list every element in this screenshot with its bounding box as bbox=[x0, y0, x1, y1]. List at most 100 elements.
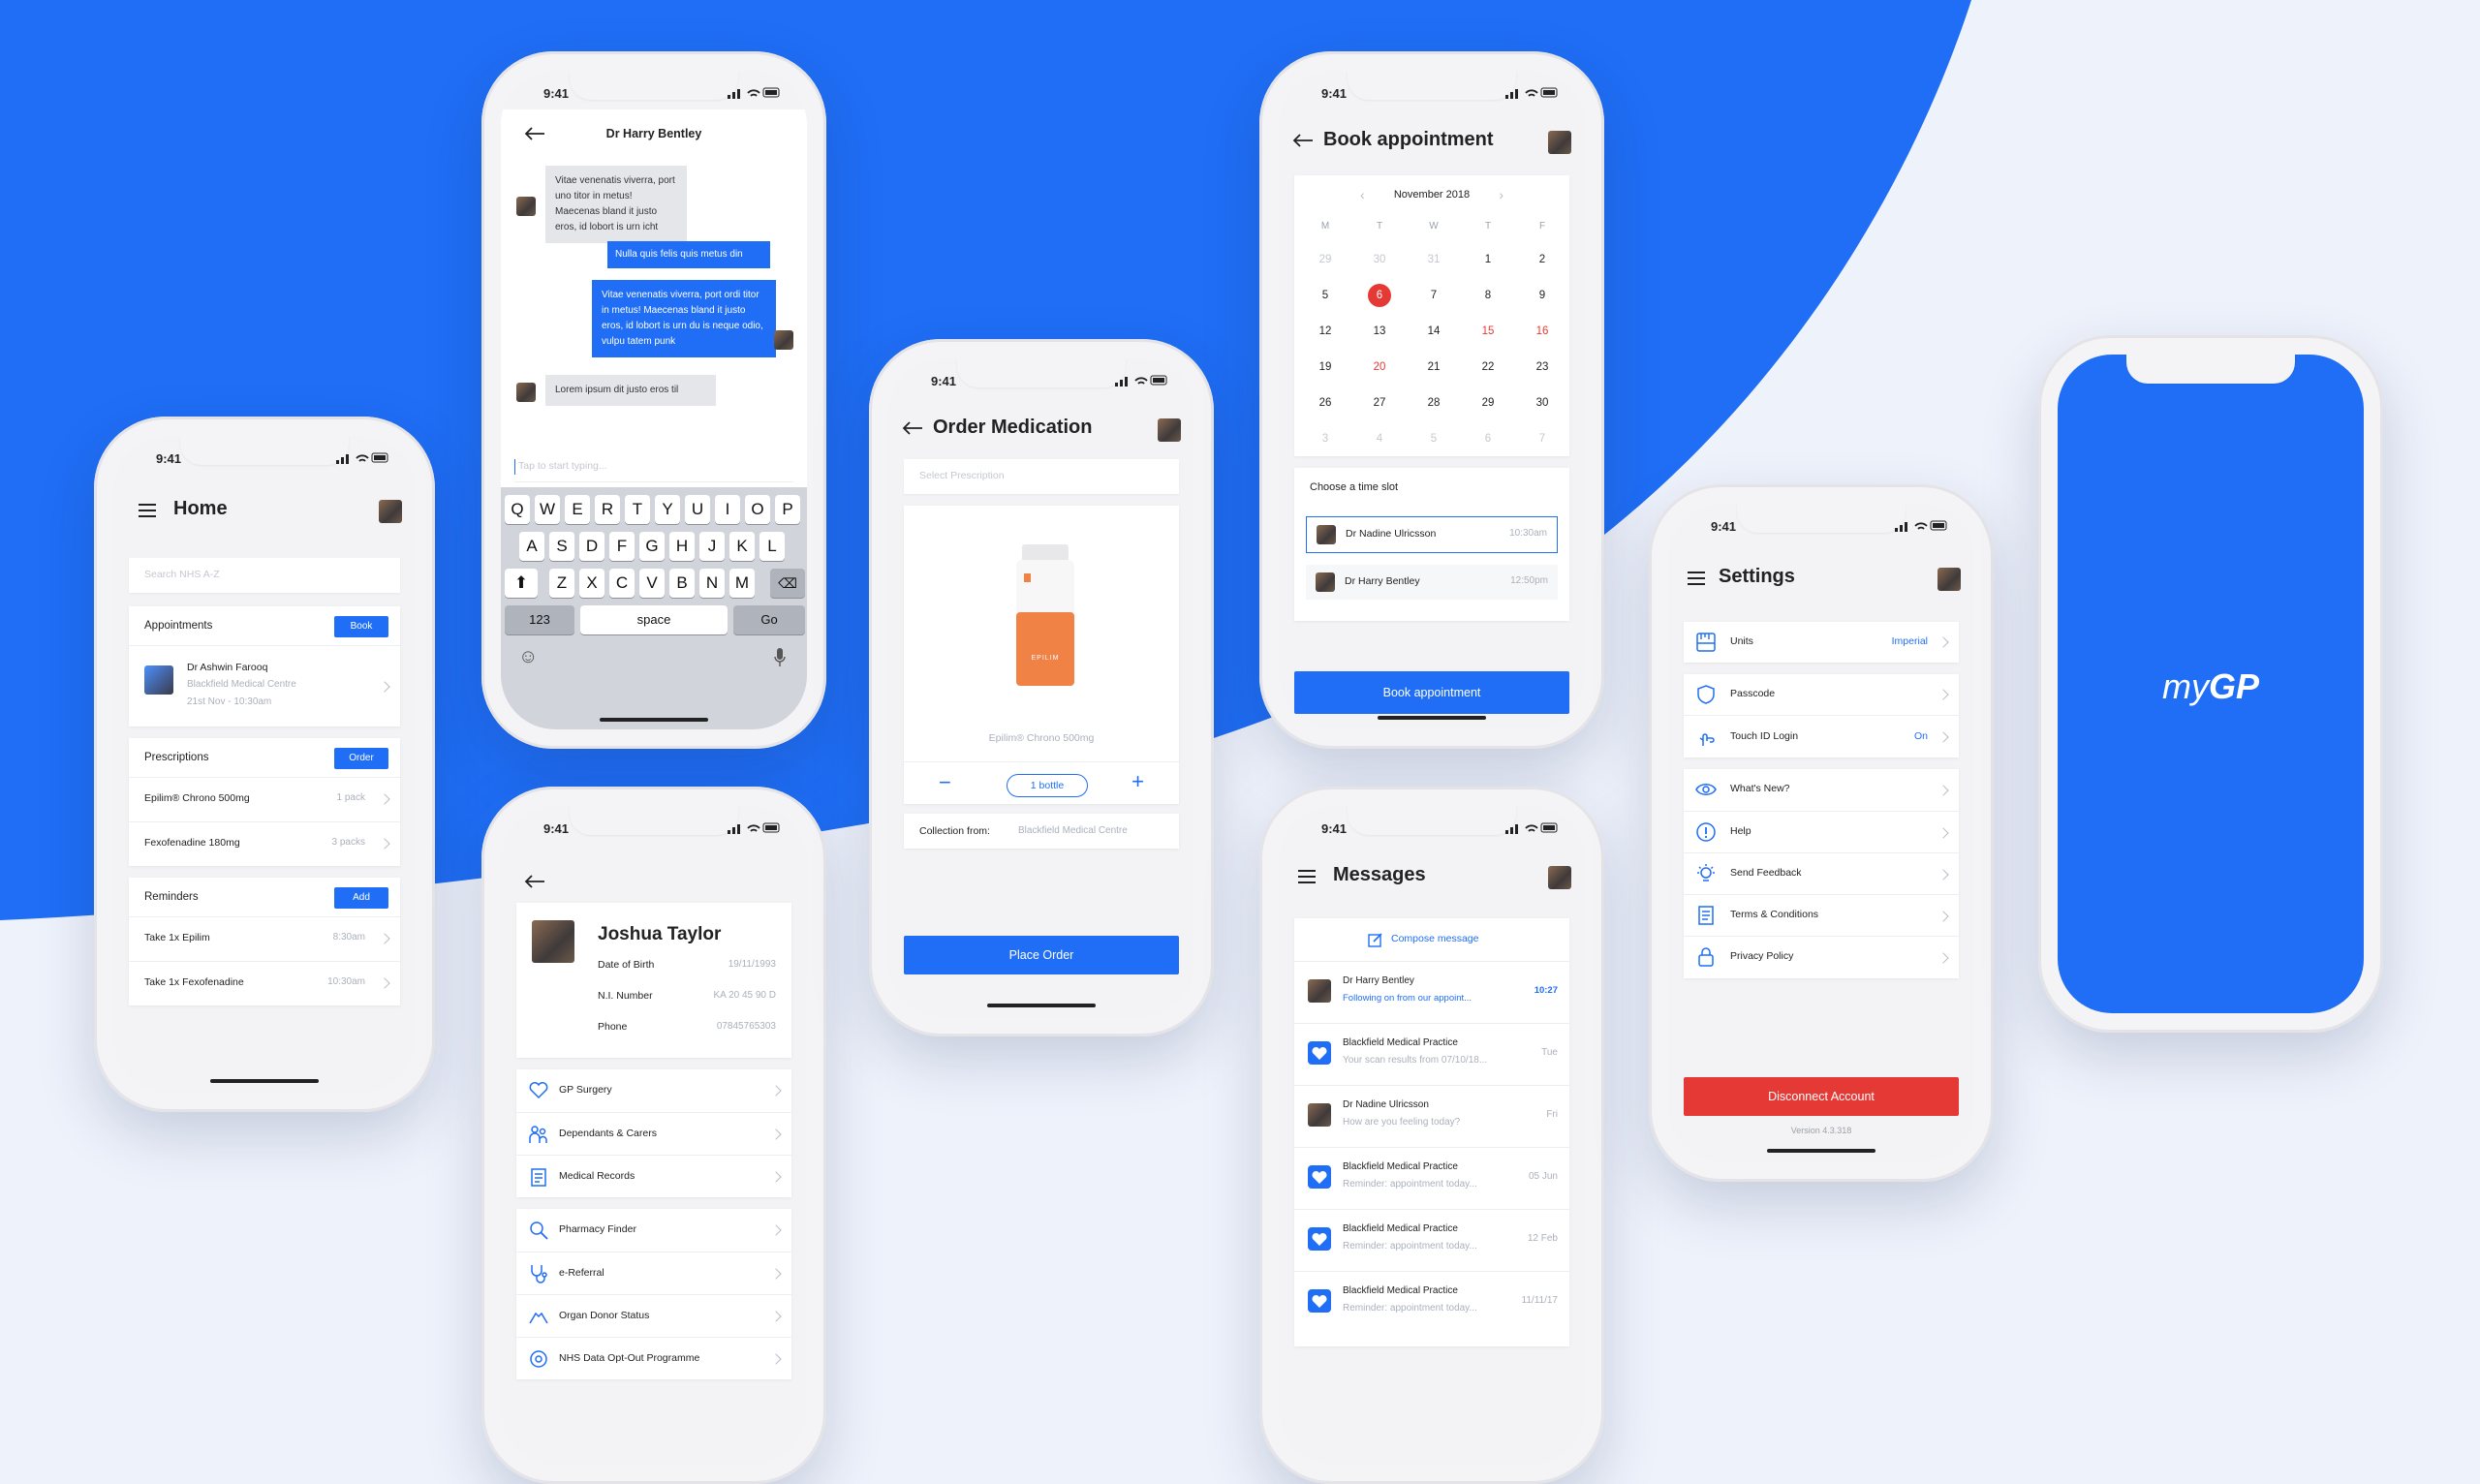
collection-card[interactable]: Collection from: Blackfield Medical Cent… bbox=[904, 814, 1179, 849]
message-input[interactable]: Tap to start typing... bbox=[514, 452, 793, 482]
back-arrow-icon[interactable] bbox=[1292, 133, 1314, 148]
message-row[interactable]: Dr Nadine Ulricsson How are you feeling … bbox=[1294, 1085, 1569, 1148]
settings-row-help[interactable]: Help bbox=[1684, 811, 1959, 853]
calendar-day[interactable]: 12 bbox=[1298, 313, 1352, 349]
calendar-day[interactable]: 1 bbox=[1461, 241, 1515, 277]
appointment-row[interactable]: Dr Ashwin Farooq Blackfield Medical Cent… bbox=[129, 645, 400, 727]
microphone-icon[interactable] bbox=[774, 648, 786, 667]
hamburger-menu-icon[interactable] bbox=[1298, 870, 1316, 883]
numbers-key[interactable]: 123 bbox=[505, 605, 574, 634]
key[interactable]: J bbox=[699, 532, 725, 561]
calendar-day[interactable]: 2 bbox=[1515, 241, 1569, 277]
key[interactable]: Z bbox=[549, 569, 574, 598]
key[interactable]: O bbox=[745, 495, 770, 524]
settings-row-whats-new[interactable]: What's New? bbox=[1684, 769, 1959, 811]
user-avatar[interactable] bbox=[1548, 131, 1571, 154]
calendar-day[interactable]: 19 bbox=[1298, 349, 1352, 385]
settings-row-touch-id[interactable]: Touch ID Login On bbox=[1684, 715, 1959, 758]
menu-row-dependants[interactable]: Dependants & Carers bbox=[516, 1112, 791, 1156]
time-slot-option[interactable]: Dr Nadine Ulricsson 10:30am bbox=[1306, 516, 1558, 553]
calendar-day-selected[interactable]: 6 bbox=[1352, 277, 1407, 313]
user-avatar[interactable] bbox=[379, 500, 402, 523]
add-reminder-button[interactable]: Add bbox=[334, 887, 388, 909]
minus-icon[interactable]: − bbox=[939, 770, 951, 795]
hamburger-menu-icon[interactable] bbox=[139, 504, 156, 517]
menu-row-data-opt-out[interactable]: NHS Data Opt-Out Programme bbox=[516, 1337, 791, 1380]
emoji-icon[interactable]: ☺ bbox=[518, 646, 538, 668]
settings-row-terms[interactable]: Terms & Conditions bbox=[1684, 894, 1959, 937]
calendar-day[interactable]: 5 bbox=[1298, 277, 1352, 313]
key[interactable]: N bbox=[699, 569, 725, 598]
search-input[interactable]: Search NHS A-Z bbox=[129, 558, 400, 593]
calendar-day[interactable]: 21 bbox=[1407, 349, 1461, 385]
key[interactable]: G bbox=[639, 532, 665, 561]
plus-icon[interactable]: + bbox=[1132, 769, 1144, 794]
calendar-day[interactable]: 30 bbox=[1515, 385, 1569, 420]
menu-row-gp-surgery[interactable]: GP Surgery bbox=[516, 1069, 791, 1112]
space-key[interactable]: space bbox=[580, 605, 728, 634]
user-avatar[interactable] bbox=[1938, 568, 1961, 591]
settings-row-units[interactable]: Units Imperial bbox=[1684, 622, 1959, 663]
calendar-day-highlight[interactable]: 16 bbox=[1515, 313, 1569, 349]
go-key[interactable]: Go bbox=[733, 605, 805, 634]
settings-row-passcode[interactable]: Passcode bbox=[1684, 674, 1959, 715]
calendar-day[interactable]: 9 bbox=[1515, 277, 1569, 313]
chevron-right-icon[interactable]: › bbox=[1499, 187, 1504, 202]
key[interactable]: F bbox=[609, 532, 635, 561]
back-arrow-icon[interactable] bbox=[524, 874, 545, 889]
menu-row-organ-donor[interactable]: Organ Donor Status bbox=[516, 1294, 791, 1338]
book-appointment-button[interactable]: Book appointment bbox=[1294, 671, 1569, 714]
calendar-day[interactable]: 13 bbox=[1352, 313, 1407, 349]
key[interactable]: E bbox=[565, 495, 590, 524]
key[interactable]: Q bbox=[505, 495, 530, 524]
message-row[interactable]: Blackfield Medical Practice Reminder: ap… bbox=[1294, 1147, 1569, 1210]
calendar-day-highlight[interactable]: 20 bbox=[1352, 349, 1407, 385]
calendar-day[interactable]: 26 bbox=[1298, 385, 1352, 420]
prescription-row[interactable]: Fexofenadine 180mg 3 packs bbox=[129, 821, 400, 865]
menu-row-e-referral[interactable]: e-Referral bbox=[516, 1252, 791, 1295]
calendar-day[interactable]: 22 bbox=[1461, 349, 1515, 385]
key[interactable]: I bbox=[715, 495, 740, 524]
key[interactable]: X bbox=[579, 569, 604, 598]
key[interactable]: H bbox=[669, 532, 695, 561]
key[interactable]: B bbox=[669, 569, 695, 598]
back-arrow-icon[interactable] bbox=[902, 420, 923, 436]
prescription-select[interactable]: Select Prescription bbox=[904, 459, 1179, 494]
message-row[interactable]: Blackfield Medical Practice Reminder: ap… bbox=[1294, 1271, 1569, 1334]
key[interactable]: V bbox=[639, 569, 665, 598]
key[interactable]: W bbox=[535, 495, 560, 524]
message-row[interactable]: Dr Harry Bentley Following on from our a… bbox=[1294, 961, 1569, 1024]
key[interactable]: K bbox=[729, 532, 755, 561]
calendar-day[interactable]: 27 bbox=[1352, 385, 1407, 420]
settings-row-privacy[interactable]: Privacy Policy bbox=[1684, 936, 1959, 978]
key[interactable]: A bbox=[519, 532, 544, 561]
key[interactable]: P bbox=[775, 495, 800, 524]
calendar-day[interactable]: 7 bbox=[1407, 277, 1461, 313]
calendar-day[interactable]: 14 bbox=[1407, 313, 1461, 349]
shift-key-icon[interactable]: ⬆ bbox=[505, 569, 538, 598]
key[interactable]: S bbox=[549, 532, 574, 561]
key[interactable]: T bbox=[625, 495, 650, 524]
compose-message-button[interactable]: Compose message bbox=[1294, 918, 1569, 961]
reminder-row[interactable]: Take 1x Epilim 8:30am bbox=[129, 916, 400, 960]
key[interactable]: M bbox=[729, 569, 755, 598]
key[interactable]: D bbox=[579, 532, 604, 561]
book-button[interactable]: Book bbox=[334, 616, 388, 637]
prescription-row[interactable]: Epilim® Chrono 500mg 1 pack bbox=[129, 777, 400, 820]
time-slot-option[interactable]: Dr Harry Bentley 12:50pm bbox=[1306, 565, 1558, 600]
key[interactable]: U bbox=[685, 495, 710, 524]
key[interactable]: R bbox=[595, 495, 620, 524]
quantity-value[interactable]: 1 bottle bbox=[1007, 774, 1088, 797]
key[interactable]: Y bbox=[655, 495, 680, 524]
message-row[interactable]: Blackfield Medical Practice Reminder: ap… bbox=[1294, 1209, 1569, 1272]
order-button[interactable]: Order bbox=[334, 748, 388, 769]
settings-row-feedback[interactable]: Send Feedback bbox=[1684, 852, 1959, 895]
calendar-day[interactable]: 23 bbox=[1515, 349, 1569, 385]
calendar-day[interactable]: 29 bbox=[1461, 385, 1515, 420]
calendar-day[interactable]: 8 bbox=[1461, 277, 1515, 313]
message-row[interactable]: Blackfield Medical Practice Your scan re… bbox=[1294, 1023, 1569, 1086]
place-order-button[interactable]: Place Order bbox=[904, 936, 1179, 974]
key[interactable]: L bbox=[760, 532, 785, 561]
reminder-row[interactable]: Take 1x Fexofenadine 10:30am bbox=[129, 961, 400, 1005]
backspace-key-icon[interactable]: ⌫ bbox=[770, 569, 805, 598]
